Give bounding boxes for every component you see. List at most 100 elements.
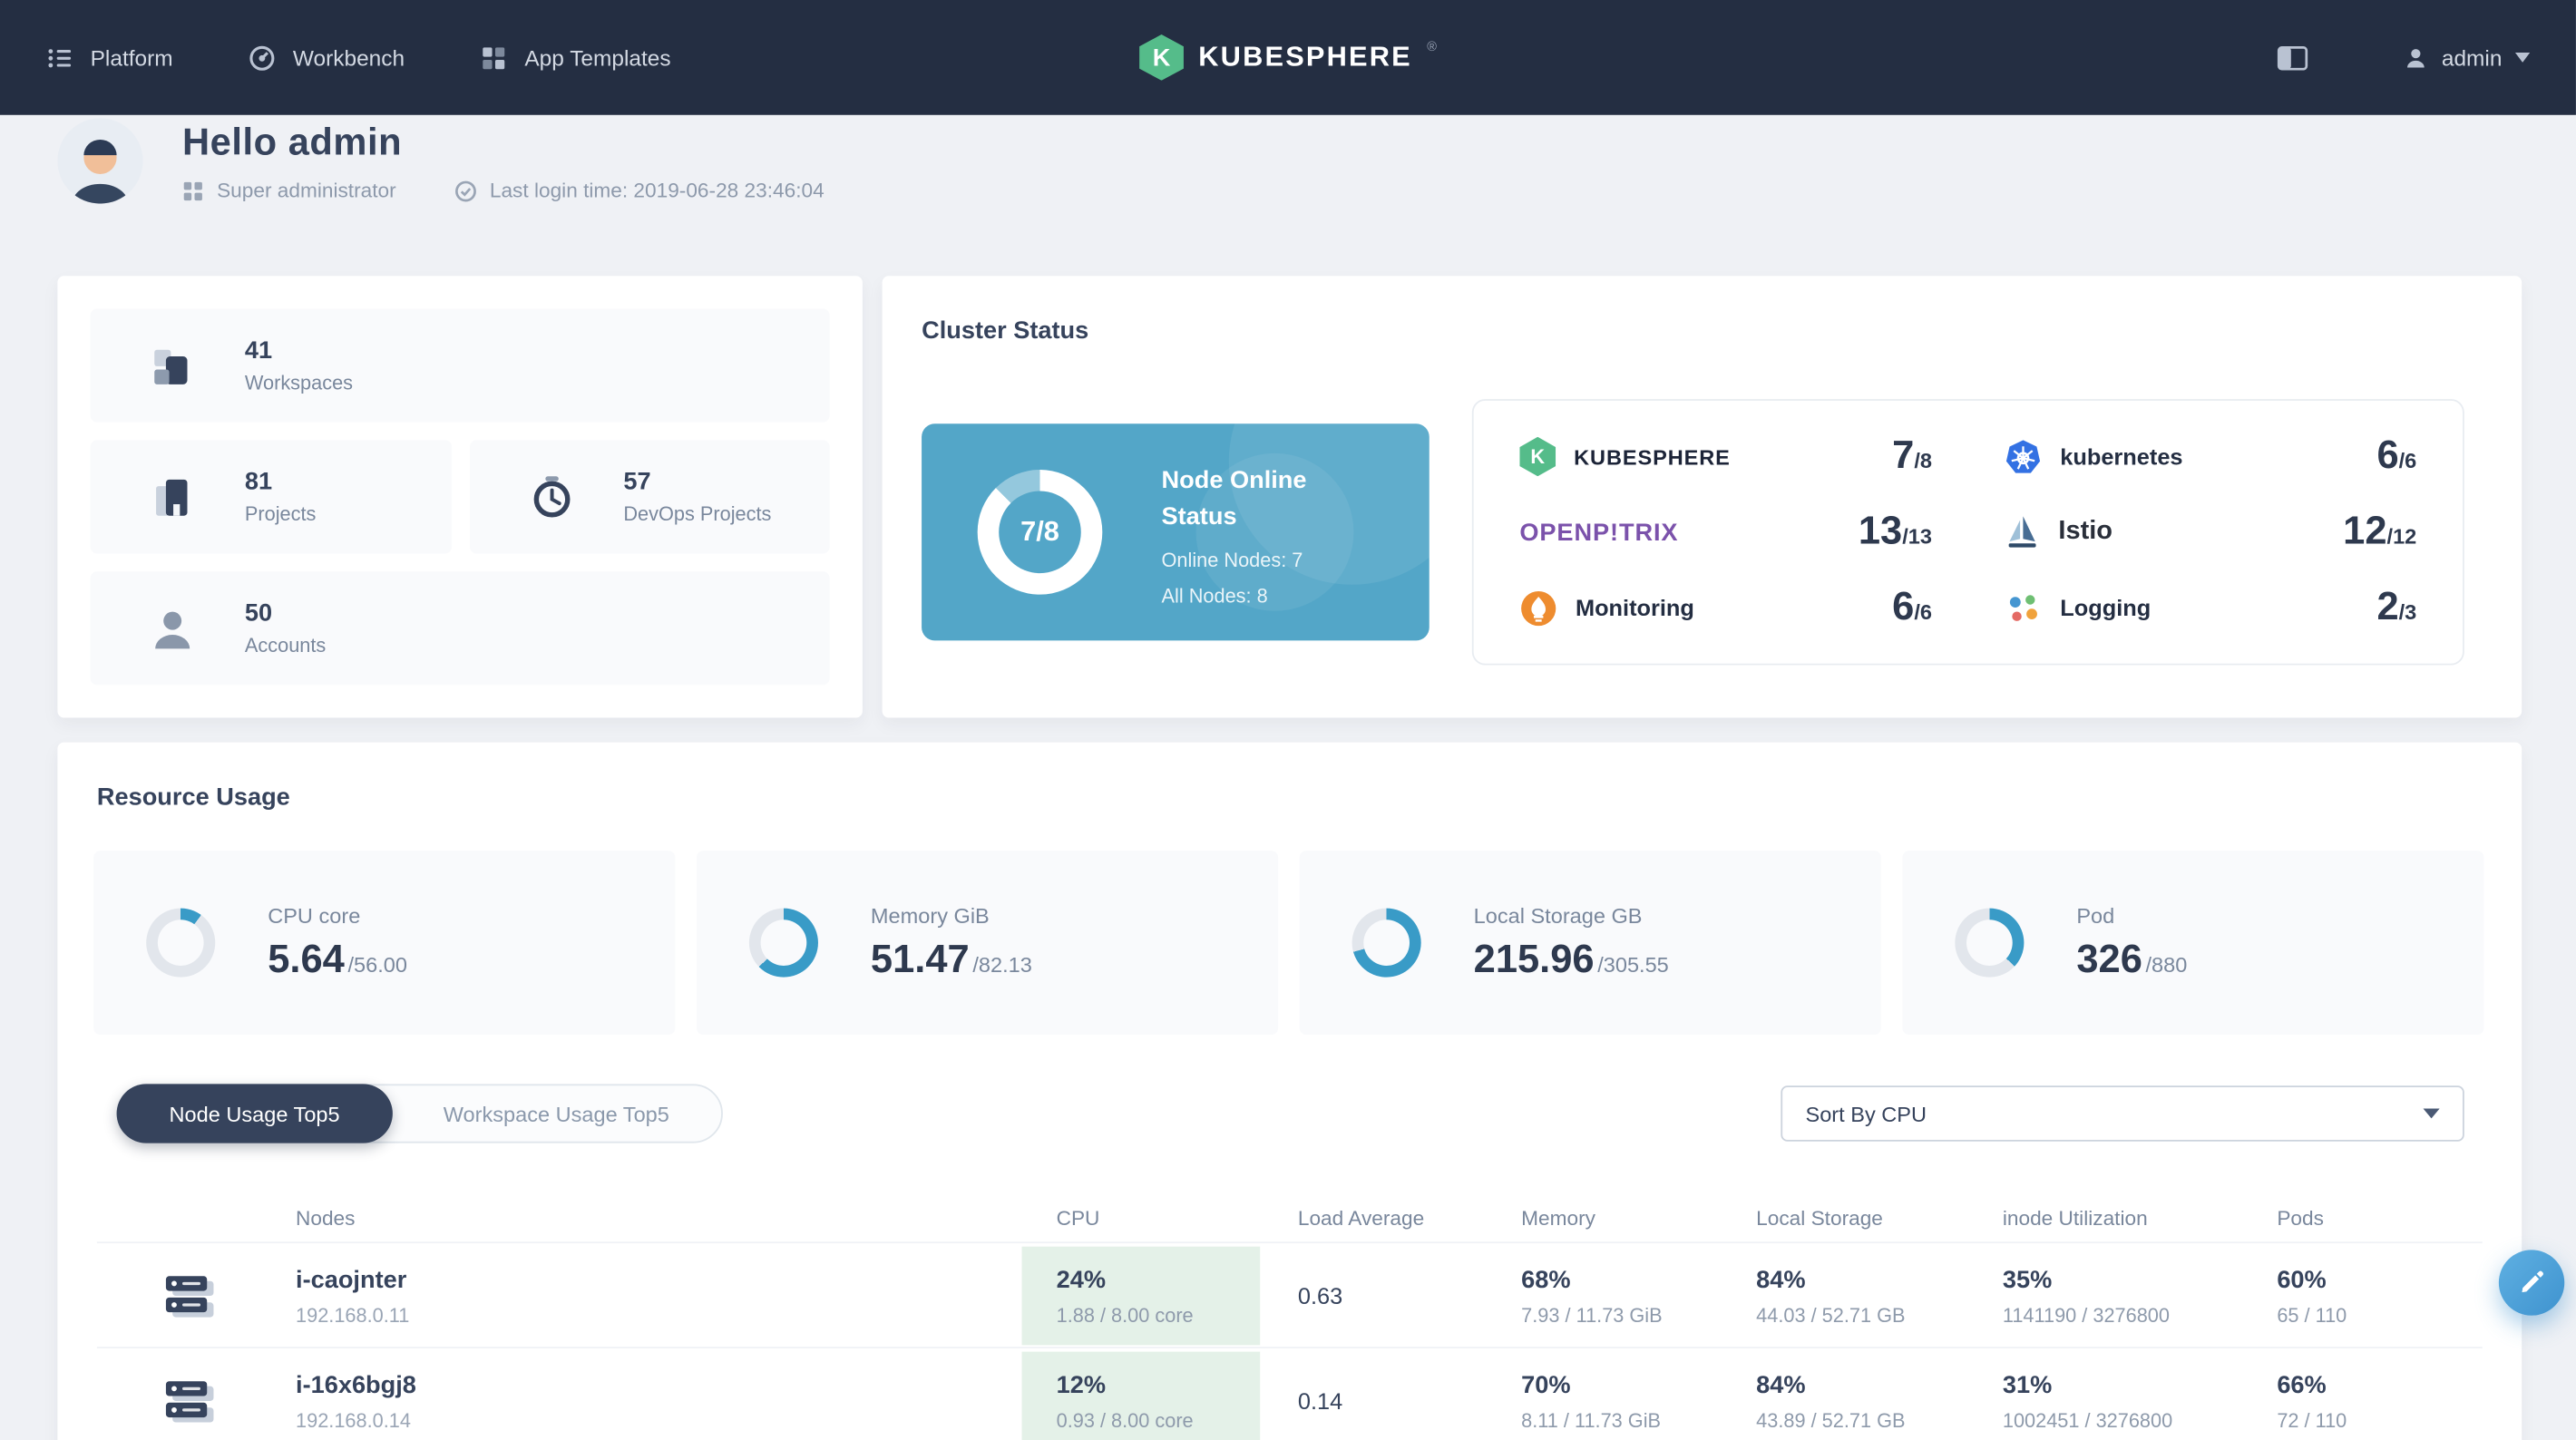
stat-cpu-label: CPU core <box>268 902 361 928</box>
table-header-pods: Pods <box>2277 1207 2324 1231</box>
registered-mark: ® <box>1427 39 1437 54</box>
user-icon <box>2404 45 2428 70</box>
stat-cpu-value: 5.64 <box>268 937 345 982</box>
inode-cell: 35% 1141190 / 3276800 <box>2002 1266 2170 1328</box>
stat-memory-value: 51.47 <box>870 937 970 982</box>
server-icon <box>160 1371 219 1438</box>
stat-local-storage: Local Storage GB 215.96/305.55 <box>1299 851 1881 1036</box>
node-name[interactable]: i-16x6bgj8 <box>296 1371 416 1399</box>
table-header-nodes: Nodes <box>296 1207 356 1231</box>
node-online-ratio: 7/8 <box>999 491 1081 574</box>
resource-usage-title: Resource Usage <box>96 783 290 812</box>
table-header-cpu: CPU <box>1056 1207 1100 1231</box>
pencil-icon <box>2517 1268 2547 1298</box>
accounts-count: 50 <box>244 599 273 628</box>
load-average-cell: 0.63 <box>1297 1282 1343 1309</box>
cpu-cell: 12% 0.93 / 8.00 core <box>1021 1351 1261 1440</box>
memory-usage-donut <box>748 908 818 978</box>
all-nodes-count: All Nodes: 8 <box>1161 583 1268 608</box>
projects-count: 81 <box>244 468 273 496</box>
brand-logo[interactable]: K KUBESPHERE ® <box>1139 34 1437 81</box>
console-panel-icon[interactable] <box>2278 45 2308 70</box>
local-storage-cell: 84% 44.03 / 52.71 GB <box>1756 1266 1906 1328</box>
summary-grid: 41 Workspaces 81 Projects 57 DevOps Proj… <box>90 308 830 686</box>
kubesphere-logo-icon: K <box>1519 436 1556 477</box>
storage-usage-donut <box>1351 908 1421 978</box>
tab-workspace-usage[interactable]: Workspace Usage Top5 <box>391 1084 722 1143</box>
cluster-components: K KUBESPHERE 7/8 kubernetes 6/6 OPENP!TR… <box>1471 399 2464 666</box>
role-badge-icon <box>182 180 204 201</box>
nav-app-templates[interactable]: App Templates <box>480 44 671 72</box>
tab-node-usage[interactable]: Node Usage Top5 <box>116 1084 393 1143</box>
workspaces-count: 41 <box>244 336 273 365</box>
login-time-icon <box>455 180 477 201</box>
devops-projects-icon <box>499 472 604 521</box>
last-login-label: Last login time: 2019-06-28 23:46:04 <box>489 179 825 202</box>
app-templates-icon <box>480 44 508 72</box>
component-value: 6/6 <box>1892 584 1932 629</box>
stat-storage-label: Local Storage GB <box>1473 902 1643 928</box>
chevron-down-icon <box>2514 52 2531 63</box>
table-header: Nodes CPU Load Average Memory Local Stor… <box>97 1204 2483 1242</box>
node-usage-table: Nodes CPU Load Average Memory Local Stor… <box>96 1204 2483 1440</box>
kubesphere-dashboard: Platform Workbench App Templates K KUBES… <box>0 0 2576 1440</box>
server-icon <box>160 1266 219 1333</box>
stat-pod-value: 326 <box>2076 937 2142 982</box>
user-menu[interactable]: admin <box>2404 45 2531 70</box>
sort-by-value: Sort By CPU <box>1805 1101 1927 1126</box>
node-name-cell: i-16x6bgj8 192.168.0.14 <box>296 1371 416 1432</box>
inode-cell: 31% 1002451 / 3276800 <box>2002 1371 2173 1433</box>
monitoring-icon <box>1519 589 1557 627</box>
cluster-status-card: Cluster Status 7/8 Node Online Status On… <box>882 276 2522 718</box>
memory-cell: 70% 8.11 / 11.73 GiB <box>1521 1371 1662 1433</box>
node-row[interactable]: i-caojnter 192.168.0.11 24% 1.88 / 8.00 … <box>96 1241 2483 1347</box>
user-role-label: Super administrator <box>217 179 396 202</box>
pods-cell: 60% 65 / 110 <box>2277 1266 2347 1328</box>
openpitrix-logo: OPENP!TRIX <box>1519 518 1679 547</box>
resource-stats: CPU core 5.64/56.00 Memory GiB 51.47/82.… <box>93 851 2484 1036</box>
hero-meta: Super administrator Last login time: 201… <box>182 179 825 202</box>
brand-name: KUBESPHERE <box>1198 41 1412 73</box>
nav-platform[interactable]: Platform <box>46 44 173 72</box>
load-average-cell: 0.14 <box>1297 1387 1343 1415</box>
node-row[interactable]: i-16x6bgj8 192.168.0.14 12% 0.93 / 8.00 … <box>96 1347 2483 1440</box>
table-header-storage: Local Storage <box>1756 1207 1883 1231</box>
component-kubesphere: K KUBESPHERE 7/8 <box>1519 419 1932 494</box>
user-greeting-header: Hello admin Super administrator Last log… <box>57 115 825 276</box>
sort-by-dropdown[interactable]: Sort By CPU <box>1781 1085 2464 1142</box>
component-name: Monitoring <box>1575 594 1694 621</box>
nav-workbench[interactable]: Workbench <box>249 44 405 72</box>
devops-summary: 57 DevOps Projects <box>469 440 830 554</box>
resource-usage-card: Resource Usage CPU core 5.64/56.00 Memor… <box>57 742 2522 1440</box>
greeting: Hello admin <box>182 120 403 163</box>
platform-icon <box>46 44 74 72</box>
local-storage-cell: 84% 43.89 / 52.71 GB <box>1756 1371 1906 1433</box>
hero-text: Hello admin Super administrator Last log… <box>182 120 825 202</box>
node-ip: 192.168.0.11 <box>296 1304 410 1328</box>
cpu-cell: 24% 1.88 / 8.00 core <box>1021 1246 1261 1346</box>
cluster-status-title: Cluster Status <box>922 316 1089 345</box>
component-name: Logging <box>2060 594 2152 621</box>
table-header-load: Load Average <box>1297 1207 1425 1231</box>
component-value: 12/12 <box>2343 509 2417 554</box>
workspaces-label: Workspaces <box>244 371 354 394</box>
online-nodes-count: Online Nodes: 7 <box>1161 548 1303 571</box>
stat-pod-label: Pod <box>2076 902 2115 928</box>
top-navbar: Platform Workbench App Templates K KUBES… <box>0 0 2576 115</box>
kubesphere-logo-icon: K <box>1139 34 1184 81</box>
table-controls: Node Usage Top5 Workspace Usage Top5 Sor… <box>116 1084 2464 1143</box>
table-header-inode: inode Utilization <box>2002 1207 2148 1231</box>
cpu-usage-donut <box>146 908 216 978</box>
node-name[interactable]: i-caojnter <box>296 1266 409 1294</box>
memory-cell: 68% 7.93 / 11.73 GiB <box>1521 1266 1663 1328</box>
stat-memory: Memory GiB 51.47/82.13 <box>696 851 1279 1036</box>
component-value: 13/13 <box>1858 509 1932 554</box>
chevron-down-icon <box>2423 1108 2440 1119</box>
devops-count: 57 <box>623 468 651 496</box>
node-online-donut: 7/8 <box>977 470 1103 595</box>
component-openpitrix: OPENP!TRIX 13/13 <box>1519 494 1932 569</box>
stat-storage-value: 215.96 <box>1473 937 1595 982</box>
user-role: Super administrator <box>182 179 396 202</box>
edit-fab-button[interactable] <box>2498 1250 2565 1316</box>
stat-pod: Pod 326/880 <box>1902 851 2484 1036</box>
